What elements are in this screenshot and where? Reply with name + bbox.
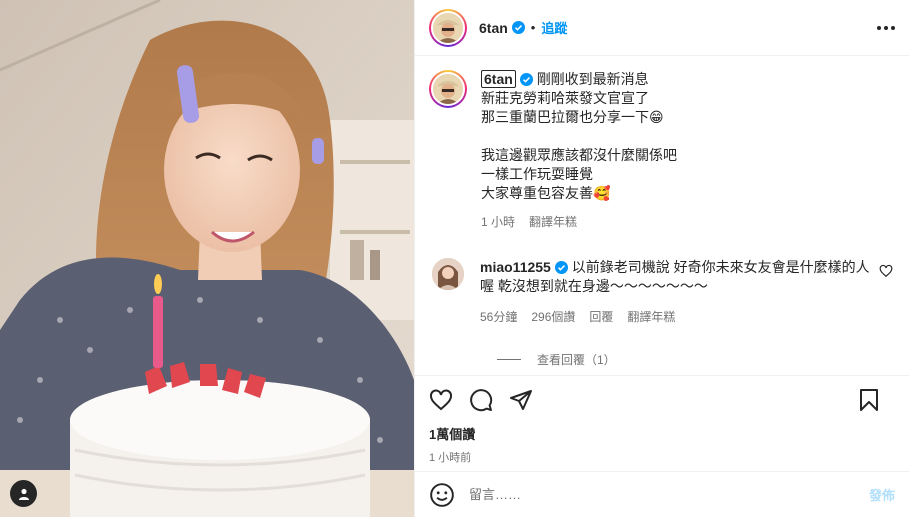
post-timestamp[interactable]: 1 小時前: [429, 449, 895, 465]
avatar-image: [433, 74, 463, 104]
add-comment-bar: 發佈: [415, 471, 909, 517]
post-details-panel: 6tan • 追蹤 6tan 剛剛收到最新消息 新莊克勞莉哈萊發文官宣了 那三重…: [414, 0, 909, 517]
post-actions: 1萬個讚 1 小時前: [415, 375, 909, 471]
caption-time: 1 小時: [481, 215, 516, 229]
verified-badge-icon: [519, 73, 533, 86]
caption-line: 剛剛收到最新消息: [536, 71, 649, 87]
photo-illustration: [0, 0, 414, 517]
caption-line: 那三重蘭巴拉爾也分享一下😁: [481, 109, 664, 125]
author-username[interactable]: 6tan: [479, 20, 508, 36]
bookmark-icon[interactable]: [857, 388, 881, 412]
more-options-icon[interactable]: [877, 20, 895, 36]
likes-count[interactable]: 1萬個讚: [429, 424, 895, 443]
view-replies-label: 查看回覆（1）: [537, 353, 616, 367]
caption-line: 一樣工作玩耍睡覺: [481, 166, 593, 182]
comment-bubble-icon[interactable]: [469, 388, 493, 412]
commenter-username[interactable]: miao11255: [480, 259, 551, 275]
see-translation-link[interactable]: 翻譯年糕: [529, 213, 577, 232]
reply-button[interactable]: 回覆: [589, 308, 613, 327]
caption-line: 新莊克勞莉哈萊發文官宣了: [481, 90, 649, 106]
view-replies-button[interactable]: 查看回覆（1）: [497, 351, 893, 368]
comment-item: miao11255 以前錄老司機說 好奇你未來女友會是什麼樣的人 喔 乾沒想到就…: [429, 258, 893, 327]
comments-section[interactable]: 6tan 剛剛收到最新消息 新莊克勞莉哈萊發文官宣了 那三重蘭巴拉爾也分享一下😁…: [415, 56, 909, 375]
emoji-icon[interactable]: [429, 482, 455, 508]
caption-line: [481, 127, 677, 146]
share-send-icon[interactable]: [509, 388, 533, 412]
follow-button[interactable]: 追蹤: [541, 18, 567, 37]
caption: 6tan 剛剛收到最新消息 新莊克勞莉哈萊發文官宣了 那三重蘭巴拉爾也分享一下😁…: [429, 70, 893, 232]
caption-author-avatar[interactable]: [429, 70, 467, 108]
caption-line: 大家尊重包容友善🥰: [481, 185, 611, 201]
verified-badge-icon: [511, 21, 525, 34]
caption-line: 我這邊觀眾應該都沒什麼關係吧: [481, 147, 677, 163]
comment-input[interactable]: [469, 487, 869, 502]
caption-username[interactable]: 6tan: [481, 70, 516, 88]
post-header: 6tan • 追蹤: [415, 0, 909, 56]
replies-divider: [497, 359, 521, 360]
verified-badge-icon: [554, 261, 568, 274]
comment-likes[interactable]: 296個讚: [531, 308, 575, 327]
separator-dot: •: [530, 20, 536, 35]
commenter-avatar[interactable]: [432, 258, 464, 290]
tagged-users-button[interactable]: [10, 480, 37, 507]
comment-time: 56分鐘: [480, 310, 518, 324]
author-avatar[interactable]: [429, 8, 467, 47]
post-photo[interactable]: [0, 0, 414, 517]
avatar-image: [432, 258, 464, 290]
post-comment-button[interactable]: 發佈: [869, 485, 895, 504]
like-heart-icon[interactable]: [429, 388, 453, 412]
comment-like-heart-icon[interactable]: [879, 264, 893, 278]
see-translation-link[interactable]: 翻譯年糕: [627, 308, 675, 327]
avatar-image: [433, 12, 463, 43]
user-icon: [18, 488, 29, 500]
